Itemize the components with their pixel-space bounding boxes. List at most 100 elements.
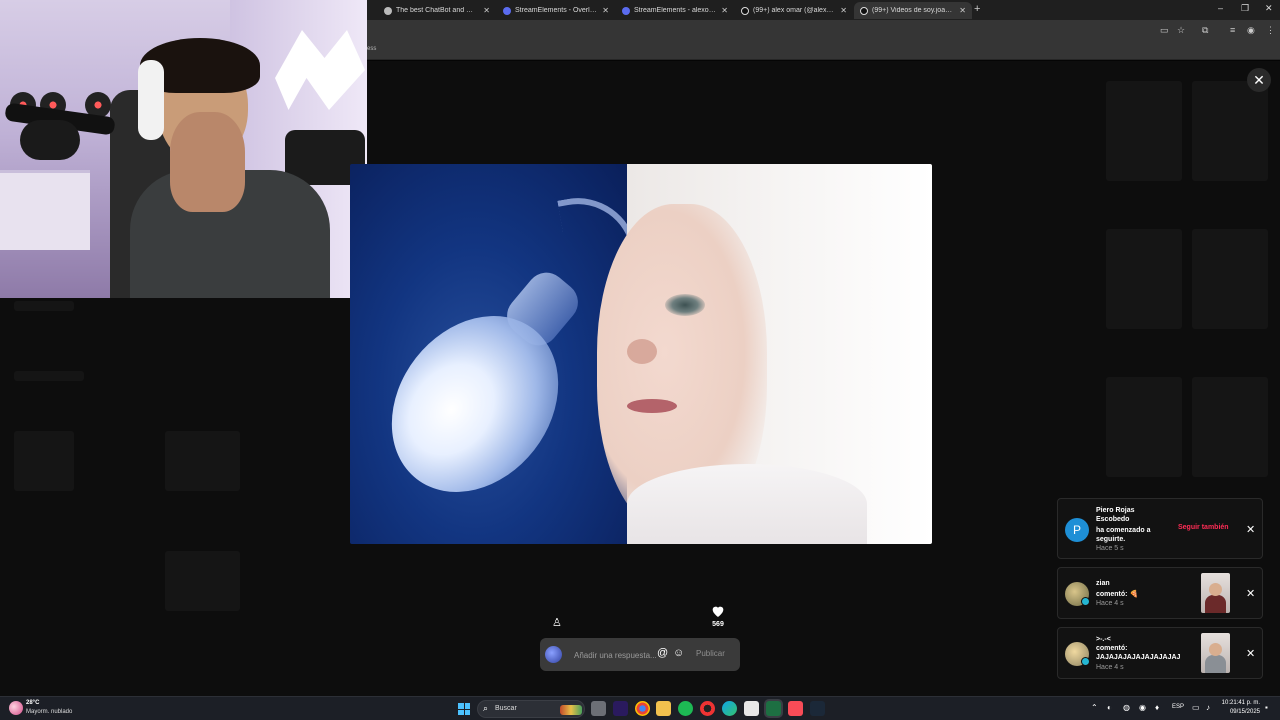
tab-close-icon[interactable]: ✕: [840, 6, 847, 15]
notification-comment[interactable]: >-.-< comentó: JAJAJAJAJAJAJAJAJAJ Hace …: [1057, 627, 1263, 679]
tab-close-icon[interactable]: ✕: [721, 6, 728, 15]
dim-sidebar-block: [14, 431, 74, 491]
like-count: 569: [712, 621, 724, 628]
reply-bar: @ ☺ Publicar: [540, 638, 740, 671]
file-explorer-icon[interactable]: [656, 701, 671, 716]
follow-back-button[interactable]: Seguir también: [1178, 524, 1229, 531]
dim-sidebar-item: [14, 301, 74, 311]
microphone-icon: [20, 120, 80, 160]
windows-taskbar: 28°C Mayorm. nublado ⌕ Buscar ⌃ ◐ ◍ ◉ ♦ …: [0, 696, 1280, 720]
language-indicator[interactable]: ESP: [1172, 704, 1184, 710]
tab-title: StreamElements - alexomar: [634, 7, 718, 14]
tab-title: (99+) Videos de soy.joab_ (@so: [872, 7, 955, 14]
task-view-icon[interactable]: [591, 701, 606, 716]
store-icon[interactable]: [744, 701, 759, 716]
tray-app-icon[interactable]: ◍: [1123, 703, 1130, 712]
webcam-shelf: [0, 170, 90, 250]
notification-action: comentó: JAJAJAJAJAJAJAJAJAJ: [1096, 645, 1181, 661]
author-like-icon[interactable]: ♙: [552, 616, 562, 629]
profile-icon[interactable]: ◉: [1247, 25, 1255, 36]
notification-username: zian: [1096, 580, 1110, 587]
notification-username: >-.-<: [1096, 636, 1111, 643]
browser-tab[interactable]: The best ChatBot and Widgets ✕: [378, 2, 496, 19]
media-icon[interactable]: ≡: [1230, 25, 1235, 35]
publish-button[interactable]: Publicar: [696, 649, 725, 658]
video-thumbnail[interactable]: [1201, 573, 1230, 613]
dim-thumbnail: [165, 431, 240, 491]
music-icon[interactable]: [788, 701, 803, 716]
obs-icon[interactable]: [700, 701, 715, 716]
video-player[interactable]: [350, 164, 932, 544]
tab-close-icon[interactable]: ✕: [602, 6, 609, 15]
search-highlight-icon: [560, 705, 582, 715]
heart-icon[interactable]: [710, 603, 726, 619]
excel-icon[interactable]: [766, 701, 781, 716]
search-icon: ⌕: [483, 703, 489, 713]
baby-nose: [627, 339, 657, 364]
mention-icon[interactable]: @: [657, 647, 668, 659]
browser-tab[interactable]: StreamElements - alexomar ✕: [616, 2, 734, 19]
start-button[interactable]: [458, 703, 470, 715]
tab-close-icon[interactable]: ✕: [959, 6, 966, 15]
close-icon[interactable]: ✕: [1246, 647, 1255, 660]
dim-video-card: [1106, 229, 1182, 329]
display-icon[interactable]: ▭: [1192, 703, 1200, 712]
verified-badge-icon: [1081, 597, 1090, 606]
reply-input[interactable]: [574, 648, 660, 662]
premiere-icon[interactable]: [613, 701, 628, 716]
notification-bell-icon[interactable]: ▪: [1265, 703, 1268, 712]
close-icon[interactable]: ✕: [1246, 523, 1255, 536]
dim-video-card: [1192, 377, 1268, 477]
weather-temperature[interactable]: 28°C: [26, 700, 39, 706]
chatbot-icon: [384, 6, 392, 15]
notification-comment[interactable]: zian comentó: 🍕 Hace 4 s ✕: [1057, 567, 1263, 619]
avatar: [545, 646, 562, 663]
close-viewer-button[interactable]: ✕: [1247, 68, 1271, 92]
steam-icon[interactable]: [810, 701, 825, 716]
tiktok-icon: [741, 6, 749, 15]
microphone-icon[interactable]: ♦: [1155, 703, 1159, 712]
spotify-icon[interactable]: [678, 701, 693, 716]
notification-action: ha comenzado a seguirte.: [1096, 527, 1151, 543]
maximize-button[interactable]: ❐: [1241, 3, 1249, 14]
dim-video-card: [1106, 377, 1182, 477]
weather-description[interactable]: Mayorm. nublado: [26, 709, 72, 715]
taskbar-search[interactable]: ⌕ Buscar: [477, 700, 585, 718]
edge-icon[interactable]: [722, 701, 737, 716]
more-menu-icon[interactable]: ⋮: [1266, 25, 1275, 36]
verified-badge-icon: [1081, 657, 1090, 666]
extensions-icon[interactable]: ⧉: [1202, 25, 1208, 36]
weather-icon[interactable]: [9, 701, 23, 715]
notification-action: comentó: 🍕: [1096, 591, 1139, 598]
browser-tab-active[interactable]: (99+) Videos de soy.joab_ (@so ✕: [854, 2, 972, 19]
volume-icon[interactable]: ♪: [1206, 703, 1210, 712]
video-thumbnail[interactable]: [1201, 633, 1230, 673]
minimize-button[interactable]: –: [1218, 3, 1223, 13]
tray-app-icon[interactable]: ◉: [1139, 703, 1146, 712]
notification-username: Piero Rojas Escobedo: [1096, 507, 1135, 523]
baby-mouth: [627, 399, 677, 413]
tab-title: (99+) alex omar (@alexomarpu: [753, 7, 837, 14]
chevron-up-icon[interactable]: ⌃: [1091, 703, 1098, 712]
notification-time: Hace 4 s: [1096, 600, 1124, 607]
tab-close-icon[interactable]: ✕: [483, 6, 490, 15]
baby-eye: [665, 294, 705, 316]
video-left-panel: [350, 164, 643, 544]
window-close-button[interactable]: ✕: [1265, 3, 1273, 14]
chrome-icon[interactable]: [635, 701, 650, 716]
bookmark-item[interactable]: ess: [367, 46, 376, 52]
notification-follow[interactable]: P Piero Rojas Escobedo ha comenzado a se…: [1057, 498, 1263, 559]
close-icon[interactable]: ✕: [1246, 587, 1255, 600]
new-tab-button[interactable]: +: [974, 3, 980, 15]
bookmark-star-icon[interactable]: ☆: [1177, 25, 1185, 36]
dim-video-card: [1192, 229, 1268, 329]
search-label: Buscar: [495, 705, 517, 712]
emoji-icon[interactable]: ☺: [673, 647, 684, 659]
clock-time[interactable]: 10:21:41 p. m.: [1220, 700, 1260, 706]
tray-app-icon[interactable]: ◐: [1107, 703, 1112, 712]
clock-date[interactable]: 09/15/2025: [1220, 709, 1260, 715]
browser-tab[interactable]: StreamElements - Overlays ✕: [497, 2, 615, 19]
streamelements-icon: [622, 6, 630, 15]
cast-icon[interactable]: ▭: [1160, 25, 1169, 36]
browser-tab[interactable]: (99+) alex omar (@alexomarpu ✕: [735, 2, 853, 19]
